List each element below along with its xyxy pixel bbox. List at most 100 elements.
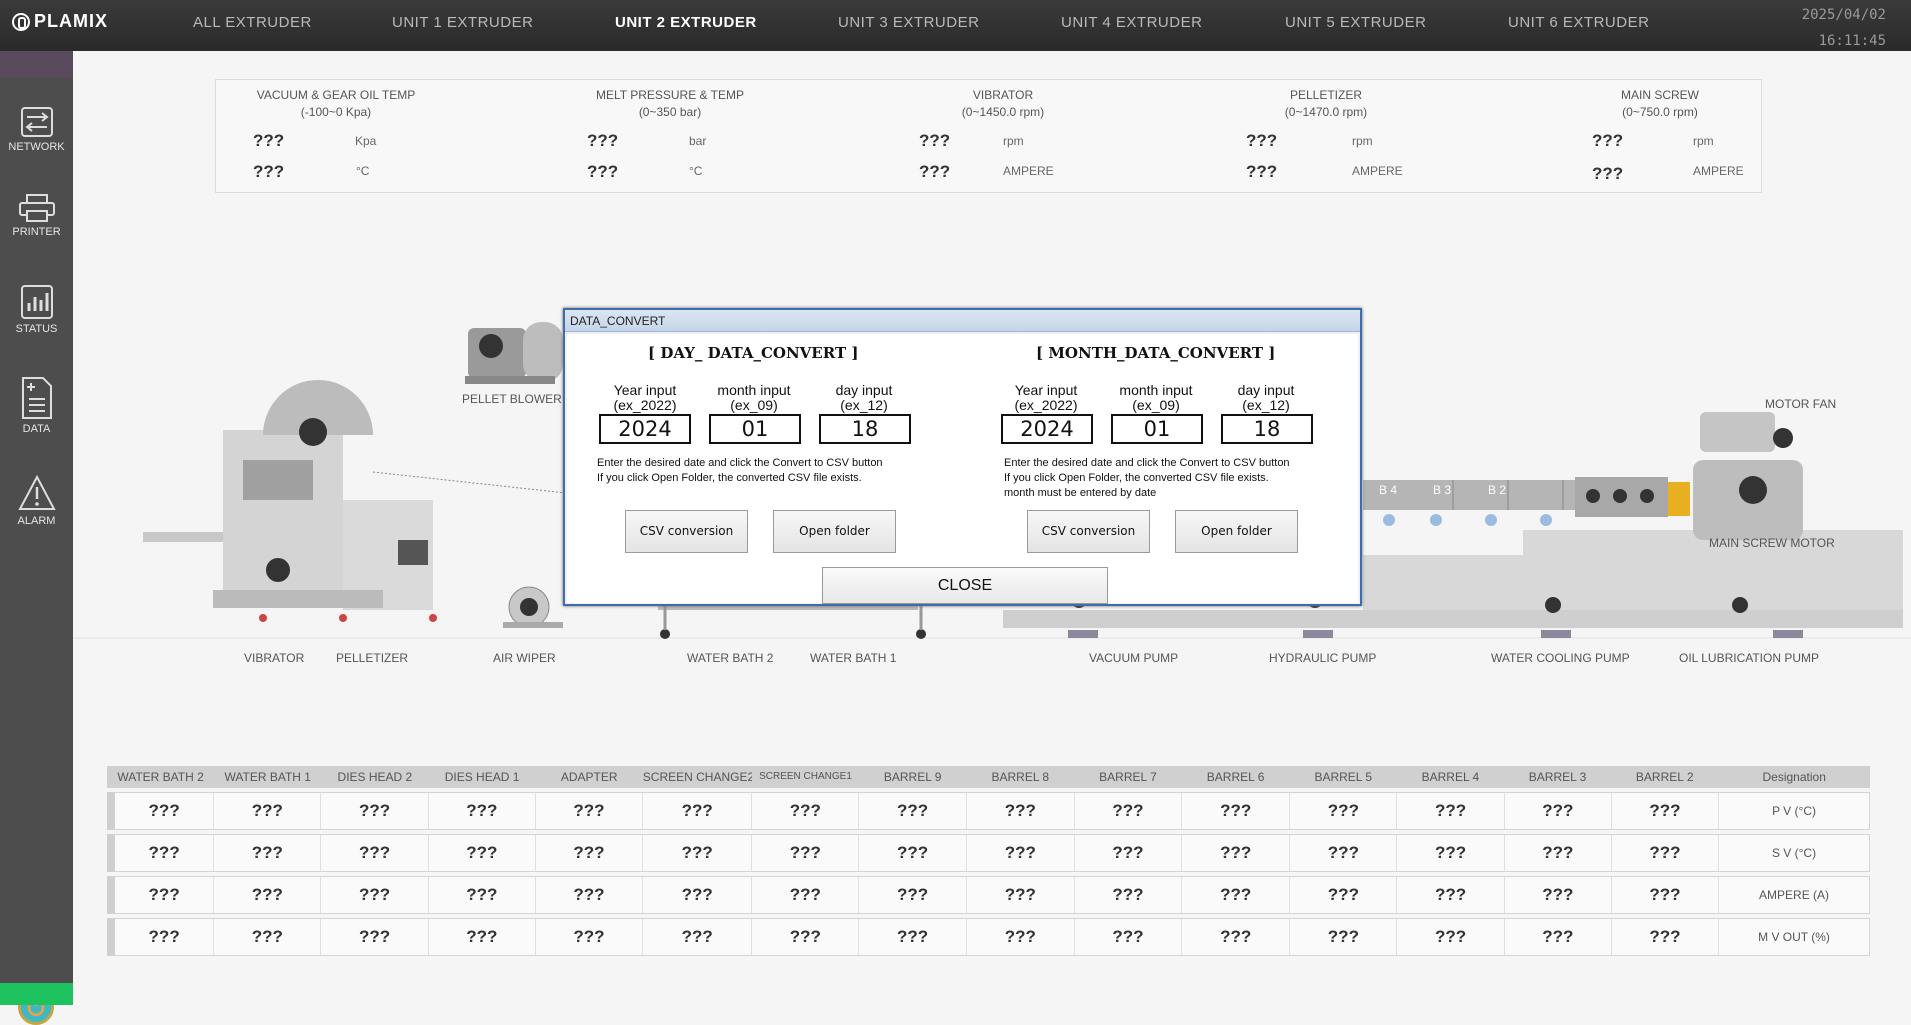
column-header: BARREL 2: [1635, 770, 1694, 784]
table-cell: ???: [859, 877, 967, 913]
sidebar-item-network[interactable]: NETWORK: [0, 107, 73, 153]
tab-unit-5-extruder[interactable]: UNIT 5 EXTRUDER: [1285, 14, 1426, 31]
measurement-panel: VACUUM & GEAR OIL TEMP (-100~0 Kpa) ??? …: [215, 79, 1762, 193]
month-day-input[interactable]: [1221, 414, 1313, 444]
table-row: ????????????????????????????????????????…: [107, 834, 1870, 872]
month-day-label-text: day input: [1237, 382, 1295, 398]
air-wiper-graphic: [503, 586, 563, 628]
sidebar-item-status[interactable]: STATUS: [0, 285, 73, 335]
table-cell: ???: [1290, 919, 1398, 955]
measure-range: (-100~0 Kpa): [300, 105, 372, 119]
tab-all-extruder[interactable]: ALL EXTRUDER: [193, 14, 312, 31]
row-designation: S V (°C): [1771, 846, 1817, 860]
month-csv-conversion-button[interactable]: CSV conversion: [1027, 510, 1150, 553]
measure-value-1: ???: [1246, 131, 1278, 150]
day-month-label: month input (ex_09): [704, 383, 804, 413]
tab-unit-3-extruder[interactable]: UNIT 3 EXTRUDER: [838, 14, 979, 31]
month-month-label-text: month input: [1119, 382, 1193, 398]
day-year-input[interactable]: [599, 414, 691, 444]
data-convert-dialog: DATA_CONVERT [ DAY_ DATA_CONVERT ] Year …: [563, 308, 1362, 606]
table-cell: ???: [1612, 793, 1720, 829]
table-cell: ???: [536, 919, 644, 955]
table-cell: ???: [115, 877, 215, 913]
column-header: WATER BATH 2: [117, 770, 204, 784]
table-cell: ???: [1505, 919, 1612, 955]
table-row: ????????????????????????????????????????…: [107, 918, 1870, 956]
measure-pelletizer: PELLETIZER (0~1470.0 rpm) ??? rpm ??? AM…: [1206, 80, 1506, 194]
table-body: ????????????????????????????????????????…: [107, 792, 1870, 956]
month-month-input[interactable]: [1111, 414, 1203, 444]
measure-title: VACUUM & GEAR OIL TEMP: [256, 88, 416, 102]
table-cell: ???: [752, 835, 860, 871]
sidebar-item-alarm[interactable]: ALARM: [0, 475, 73, 527]
month-note-3: month must be entered by date: [1004, 487, 1157, 499]
dialog-title-bar[interactable]: DATA_CONVERT: [565, 310, 1360, 332]
sidebar-item-data[interactable]: DATA: [0, 377, 73, 435]
table-cell: ???: [1182, 835, 1291, 871]
measure-unit-2: °C: [689, 164, 703, 178]
table-cell: ???: [321, 877, 429, 913]
table-cell: ???: [1397, 793, 1505, 829]
measure-value-1: ???: [253, 131, 285, 150]
status-strip: [0, 983, 73, 1005]
status-icon: [20, 285, 53, 319]
month-month-hint: (ex_09): [1132, 397, 1180, 413]
table-row: ????????????????????????????????????????…: [107, 792, 1870, 830]
plamix-logo: PLAMIX: [12, 11, 108, 32]
measure-unit-2: AMPERE: [1352, 164, 1403, 178]
day-csv-conversion-button[interactable]: CSV conversion: [625, 510, 748, 553]
table-cell: ???: [115, 793, 215, 829]
day-day-hint: (ex_12): [840, 397, 888, 413]
table-cell: ???: [967, 877, 1075, 913]
day-month-input[interactable]: [709, 414, 801, 444]
month-year-hint: (ex_2022): [1014, 397, 1078, 413]
measure-range: (0~350 bar): [638, 105, 702, 119]
tab-unit-1-extruder[interactable]: UNIT 1 EXTRUDER: [392, 14, 533, 31]
sidebar-item-printer[interactable]: PRINTER: [0, 194, 73, 238]
table-cell: ???: [1290, 793, 1398, 829]
table-cell: ???: [429, 793, 536, 829]
table-cell: ???: [752, 793, 860, 829]
table-cell: ???: [115, 919, 215, 955]
table-cell: ???: [115, 835, 215, 871]
table-cell: ???: [1397, 919, 1505, 955]
table-cell: ???: [429, 835, 536, 871]
tab-unit-4-extruder[interactable]: UNIT 4 EXTRUDER: [1061, 14, 1202, 31]
day-day-input[interactable]: [819, 414, 911, 444]
measure-value-2: ???: [1246, 162, 1278, 181]
day-month-hint: (ex_09): [730, 397, 778, 413]
label-vacuum-pump: VACUUM PUMP: [1089, 651, 1179, 665]
sidebar: NETWORK PRINTER STATUS DATA ALARM: [0, 51, 73, 1025]
measure-melt-pressure: MELT PRESSURE & TEMP (0~350 bar) ??? bar…: [550, 80, 850, 194]
tab-unit-2-extruder[interactable]: UNIT 2 EXTRUDER: [615, 14, 757, 31]
column-header: Designation: [1762, 770, 1826, 784]
month-open-folder-button[interactable]: Open folder: [1175, 510, 1298, 553]
table-cell: ???: [1075, 835, 1183, 871]
measure-unit-1: rpm: [1003, 134, 1024, 148]
close-button[interactable]: CLOSE: [822, 567, 1108, 604]
month-convert-heading: [ MONTH_DATA_CONVERT ]: [1036, 344, 1276, 362]
sidebar-accent: [0, 51, 73, 78]
clock: 2025/04/02 16:11:45: [1802, 2, 1886, 54]
table-cell: ???: [1075, 919, 1183, 955]
table-cell: ???: [321, 793, 429, 829]
table-cell: ???: [1612, 835, 1720, 871]
day-year-hint: (ex_2022): [613, 397, 677, 413]
measure-value-2: ???: [1592, 164, 1624, 183]
measure-title: MELT PRESSURE & TEMP: [595, 88, 745, 102]
table-cell: ???: [429, 877, 536, 913]
table-cell: ???: [1075, 877, 1183, 913]
column-header: BARREL 6: [1206, 770, 1265, 784]
month-year-input[interactable]: [1001, 414, 1093, 444]
tab-unit-6-extruder[interactable]: UNIT 6 EXTRUDER: [1508, 14, 1649, 31]
table-cell: ???: [321, 919, 429, 955]
table-cell: ???: [967, 919, 1075, 955]
day-open-folder-button[interactable]: Open folder: [773, 510, 896, 553]
column-header: BARREL 7: [1099, 770, 1157, 784]
measure-range: (0~1450.0 rpm): [961, 105, 1045, 119]
table-cell: ???: [859, 919, 967, 955]
motor-graphic: [1575, 412, 1803, 540]
logo-text: PLAMIX: [34, 11, 109, 31]
printer-icon: [18, 194, 55, 222]
month-day-label: day input (ex_12): [1216, 383, 1316, 413]
